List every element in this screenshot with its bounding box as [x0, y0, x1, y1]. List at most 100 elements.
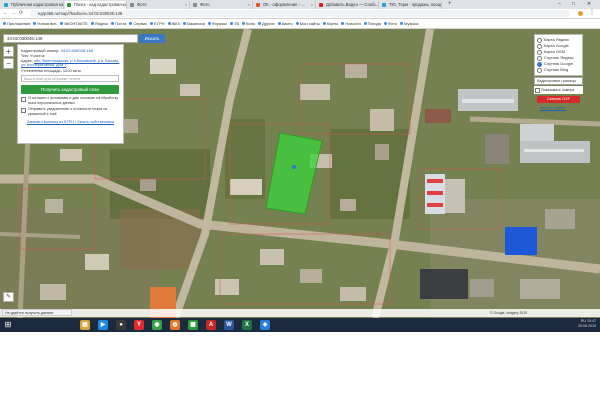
tab-close-icon[interactable]: × [374, 1, 376, 9]
bookmark-label: Яндекс [94, 21, 109, 26]
bookmark-item[interactable]: Сервис [129, 19, 147, 28]
new-tab-button[interactable]: + [448, 1, 452, 8]
bookmark-item[interactable]: ТВ [229, 19, 239, 28]
close-window-button[interactable]: ✕ [587, 0, 591, 8]
notify-checkbox-row[interactable]: Отправить уведомление о готовности плана… [21, 107, 120, 116]
layer-option[interactable]: Спутник Bing [537, 67, 580, 73]
back-button[interactable]: ← [3, 9, 8, 18]
yandex-icon[interactable]: Y [134, 320, 144, 330]
excel-icon[interactable]: X [242, 320, 252, 330]
tab-close-icon[interactable]: × [59, 1, 61, 9]
zoom-in-button[interactable]: + [3, 46, 14, 57]
browser-tab[interactable]: Поиск - кад.кадастровая карта× [65, 1, 127, 9]
layer-radio[interactable] [537, 37, 542, 43]
browser-tab[interactable]: ОК - оформление - ... × [254, 1, 316, 9]
tab-close-icon[interactable]: × [248, 1, 250, 9]
circle-icon[interactable]: ● [116, 320, 126, 330]
bookmark-item[interactable]: ЕГРН [150, 19, 165, 28]
download-dxf-button[interactable]: Скачать DXF [537, 96, 580, 103]
get-plan-button[interactable]: Получить кадастровый план [21, 85, 119, 95]
bookmark-item[interactable]: Карты [322, 19, 338, 28]
bookmark-item[interactable]: Приложения [3, 19, 30, 28]
tab-label: ОК - оформление - ... [263, 2, 305, 7]
tray-time[interactable]: 15:47 [587, 319, 596, 323]
bookmark-item[interactable]: Новая вкл. [33, 19, 57, 28]
layer-radio[interactable] [537, 43, 542, 49]
bookmark-item[interactable]: Музыка [400, 19, 418, 28]
consent-checkbox-row[interactable]: Я согласен с условиями и даю согласие на… [21, 96, 120, 105]
forward-button[interactable]: → [11, 9, 16, 18]
bookmark-icon [295, 22, 299, 26]
bookmark-icon [150, 22, 154, 26]
bookmark-icon [129, 22, 133, 26]
show-numbers-option[interactable]: Показывать номера [534, 86, 583, 94]
bookmark-item[interactable]: Фото [383, 19, 398, 28]
bookmark-item[interactable]: Погода [363, 19, 381, 28]
bookmark-item[interactable]: Кино [242, 19, 255, 28]
bookmark-item[interactable]: Другое [258, 19, 275, 28]
profile-avatar[interactable] [578, 11, 583, 16]
zoom-out-button[interactable]: − [3, 58, 14, 69]
tab-close-icon[interactable]: × [311, 1, 313, 9]
chrome-icon[interactable]: ◉ [152, 320, 162, 330]
tab-close-icon[interactable]: × [122, 1, 124, 9]
word-icon[interactable]: W [224, 320, 234, 330]
folder-icon[interactable]: ▤ [80, 320, 90, 330]
layer-radio[interactable] [537, 49, 542, 55]
bookmark-item[interactable]: Форумы [207, 19, 227, 28]
explorer-icon[interactable]: ◈ [260, 320, 270, 330]
bookmark-item[interactable]: Новости [341, 19, 361, 28]
help-link[interactable]: Что это такое? [540, 106, 566, 110]
bookmark-item[interactable]: Авито [277, 19, 293, 28]
bookmark-label: Фото [387, 21, 398, 26]
kadnum-link[interactable]: 34:02:030045:148 [61, 48, 93, 53]
minimize-button[interactable]: – [558, 0, 561, 8]
menu-kebab-icon[interactable]: ⋮ [589, 9, 595, 18]
tray-date[interactable]: 25.06.2019 [578, 324, 596, 328]
tab-close-icon[interactable]: × [437, 1, 439, 9]
layer-radio[interactable] [537, 67, 542, 73]
start-button-icon[interactable]: ⊞ [3, 320, 13, 330]
tab-label: Добавить Видео — Сооб... [326, 2, 378, 7]
bookmark-label: Приложения [7, 21, 31, 26]
bookmark-label: Сервис [133, 21, 148, 26]
search-button[interactable]: Искать [139, 34, 165, 43]
bookmark-item[interactable]: ЖКХ [167, 19, 180, 28]
firefox-icon[interactable]: ◍ [170, 320, 180, 330]
browser-tab[interactable]: Добавить Видео — Сооб... × [317, 1, 379, 9]
gallery-icon[interactable]: ▦ [188, 320, 198, 330]
bookmark-label: Авито [281, 21, 293, 26]
order-extract-link[interactable]: Заказать выписку из ЕГРН / Узнать собств… [27, 120, 114, 124]
notify-checkbox[interactable] [21, 107, 26, 113]
maximize-button[interactable]: □ [572, 0, 575, 8]
pdf-icon[interactable]: A [206, 320, 216, 330]
bookmark-item[interactable]: Яндекс [90, 19, 109, 28]
browser-tab[interactable]: Публичная кадастровая карта × [2, 1, 64, 9]
bookmark-item[interactable]: Почта [111, 19, 126, 28]
layer-select[interactable]: Кадастровые границы [534, 77, 583, 85]
bookmark-item[interactable]: ВКОНТАКТЕ [60, 19, 88, 28]
draw-tool-icon[interactable]: ✎ [3, 292, 14, 302]
browser-tab[interactable]: Фото × [191, 1, 253, 9]
address-bar[interactable]: egrp365.ru/map/?kadnum=34:02:030045:148 [30, 10, 570, 17]
bookmark-item[interactable]: Мои сайты [295, 19, 320, 28]
bookmark-item[interactable]: Вакансии [183, 19, 205, 28]
tray-language[interactable]: RU [581, 319, 586, 323]
email-input[interactable]: Ваш e-mail для отправки отчета [21, 75, 119, 83]
cadastral-search-input[interactable]: 34:02:030045:148 [3, 34, 138, 43]
browser-tab[interactable]: Фото × [128, 1, 190, 9]
address-label: Адрес: [21, 58, 33, 63]
browser-tab[interactable]: ТЮ, Терм - продажа, посадоч...× [380, 1, 442, 9]
consent-checkbox[interactable] [21, 96, 26, 102]
show-numbers-checkbox[interactable] [535, 88, 540, 93]
layer-radio[interactable] [537, 61, 542, 67]
reload-button[interactable]: ⟳ [19, 9, 23, 18]
bookmark-label: Мои сайты [299, 21, 320, 26]
media-icon[interactable]: ▶ [98, 320, 108, 330]
bookmark-label: Кино [246, 21, 255, 26]
show-numbers-label: Показывать номера [541, 88, 575, 92]
tab-close-icon[interactable]: × [185, 1, 187, 9]
address-link[interactable]: обл. Волгоградская, р-н Быковский, р.п. … [21, 59, 119, 68]
layer-radio[interactable] [537, 55, 542, 61]
map-copyright: © Google, Imagery 2019 [490, 311, 527, 315]
